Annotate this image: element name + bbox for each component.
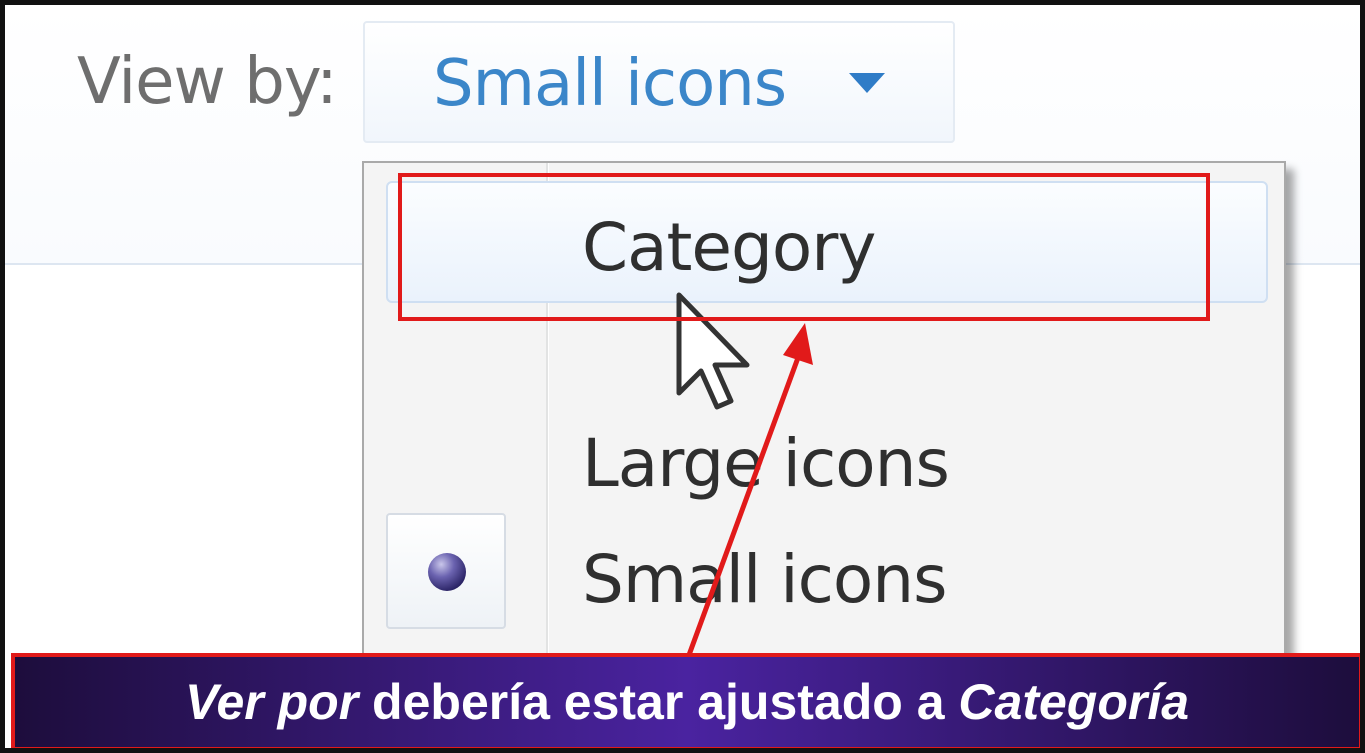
screenshot-frame: View by: Small icons Category Large icon…: [0, 0, 1365, 753]
caption-part-middle: debería estar ajustado a: [358, 674, 959, 730]
caption-part-categoria: Categoría: [958, 674, 1190, 730]
caption-text: Ver por debería estar ajustado a Categor…: [185, 673, 1189, 731]
caption-banner: Ver por debería estar ajustado a Categor…: [11, 653, 1360, 748]
caption-part-ver-por: Ver por: [184, 674, 359, 730]
annotation-arrow-icon: [686, 323, 813, 656]
